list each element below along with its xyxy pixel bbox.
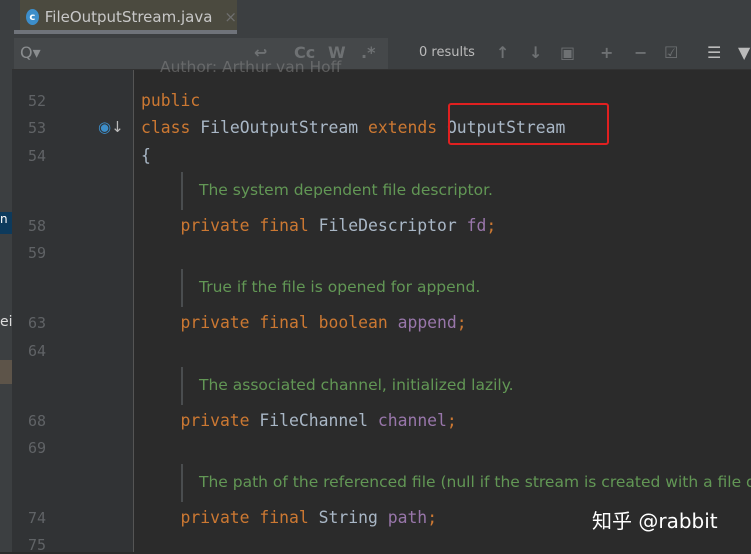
arrow-up-icon[interactable]: ↑	[496, 43, 509, 62]
code-token: private final	[141, 216, 319, 235]
tab-underline	[14, 30, 237, 34]
implementation-gutter-icon[interactable]: ◉↓	[98, 118, 124, 136]
code-line[interactable]: private FileChannel channel;	[141, 411, 457, 430]
code-token: FileDescriptor	[318, 216, 467, 235]
code-token: private	[141, 411, 260, 430]
arrow-down-icon[interactable]: ↓	[529, 43, 542, 62]
code-token: append	[397, 313, 457, 332]
line-number: 74	[28, 509, 47, 527]
line-number: 58	[28, 217, 47, 235]
tool-window-strip	[0, 0, 12, 552]
code-line[interactable]: private final String path;	[141, 508, 437, 527]
line-number: 63	[28, 314, 47, 332]
line-number: 64	[28, 342, 47, 360]
close-icon[interactable]: ×	[224, 8, 237, 26]
code-token: extends	[367, 118, 447, 137]
code-line[interactable]: private final FileDescriptor fd;	[141, 216, 496, 235]
code-token: private final boolean	[141, 313, 398, 332]
line-number: 59	[28, 244, 47, 262]
select-all-icon[interactable]: ▣	[560, 43, 575, 62]
code-token: class	[141, 118, 201, 137]
doc-bar	[181, 367, 183, 405]
code-token: FileChannel	[259, 411, 378, 430]
side-marker	[0, 360, 12, 384]
filter-icon[interactable]: ▼	[738, 43, 750, 62]
add-occurrence-icon[interactable]: +	[600, 43, 613, 62]
code-token: ;	[486, 216, 497, 235]
code-line[interactable]: private final boolean append;	[141, 313, 467, 332]
gutter	[12, 70, 134, 552]
code-token: fd	[466, 216, 487, 235]
search-icon[interactable]: Q▾	[20, 43, 41, 62]
line-number: 69	[28, 439, 47, 457]
doc-comment: The path of the referenced file (null if…	[199, 473, 751, 491]
code-line[interactable]: {	[141, 146, 151, 165]
doc-comment: The system dependent file descriptor.	[199, 181, 493, 199]
filter-options-icon[interactable]: ☰	[707, 43, 721, 62]
code-token: ;	[427, 508, 438, 527]
doc-comment: True if the file is opened for append.	[199, 278, 481, 296]
tab-file[interactable]: c FileOutputStream.java ×	[20, 0, 237, 34]
doc-bar	[181, 269, 183, 307]
tab-label: FileOutputStream.java	[44, 8, 213, 26]
line-number: 53	[28, 119, 47, 137]
regex-button[interactable]: .*	[361, 43, 375, 62]
code-token: FileOutputStream	[200, 118, 368, 137]
code-token: path	[387, 508, 428, 527]
code-token: channel	[377, 411, 447, 430]
highlight-box	[448, 103, 609, 145]
line-number: 54	[28, 147, 47, 165]
results-count: 0 results	[419, 45, 475, 60]
author-line: Author: Arthur van Hoff	[160, 58, 342, 76]
code-token: ;	[456, 313, 467, 332]
code-line[interactable]: public	[141, 91, 200, 110]
side-text: ei	[0, 314, 13, 330]
code-token: {	[141, 146, 151, 165]
watermark: 知乎 @rabbit	[592, 509, 718, 533]
line-number: 52	[28, 92, 47, 110]
line-number: 75	[28, 536, 47, 554]
code-token: String	[318, 508, 388, 527]
java-class-icon: c	[26, 9, 39, 25]
doc-bar	[181, 464, 183, 502]
doc-bar	[181, 172, 183, 210]
side-item[interactable]: n	[0, 212, 12, 234]
line-number: 68	[28, 412, 47, 430]
doc-comment: The associated channel, initialized lazi…	[199, 376, 514, 394]
remove-occurrence-icon[interactable]: −	[634, 43, 647, 62]
code-token: public	[141, 91, 201, 110]
select-occurrences-icon[interactable]: ☑	[664, 43, 678, 62]
code-token: ;	[446, 411, 457, 430]
code-token: private final	[141, 508, 319, 527]
